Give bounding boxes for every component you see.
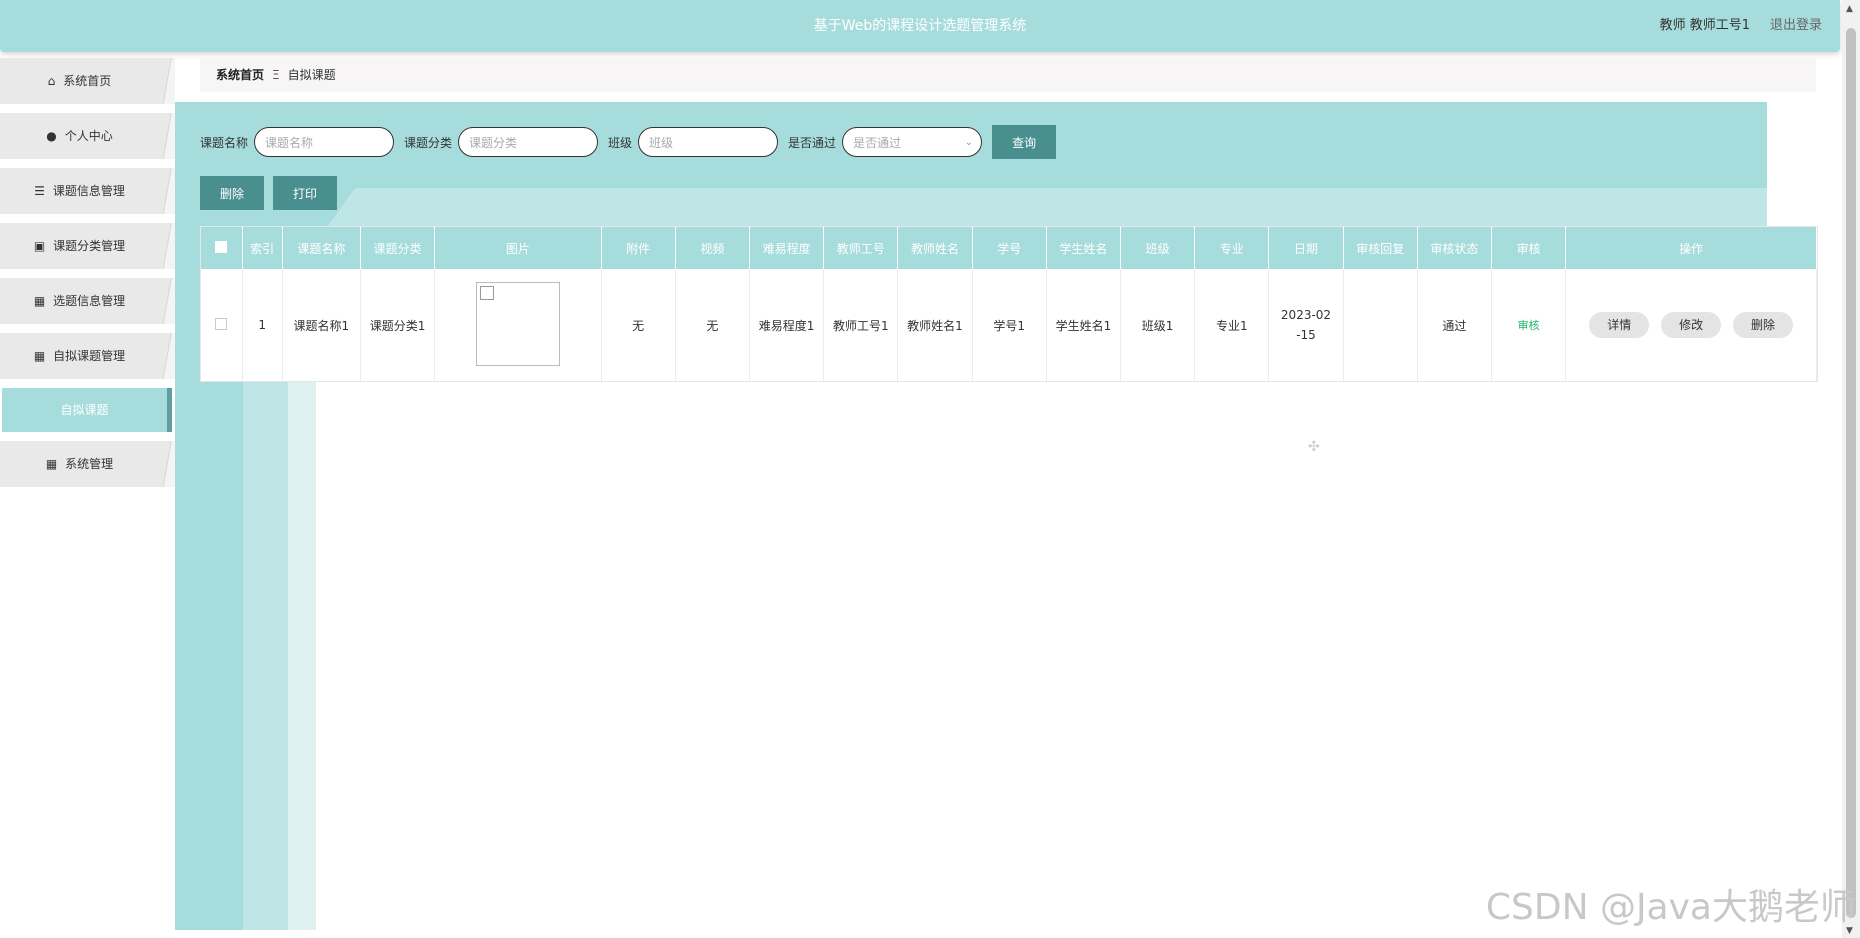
column-header: 学生姓名 — [1046, 227, 1122, 269]
sidebar-subitem-self-topic[interactable]: 自拟课题 — [2, 388, 172, 432]
sidebar-item-label: 自拟课题管理 — [53, 349, 126, 363]
sidebar-item-label: 选题信息管理 — [53, 294, 126, 308]
batch-delete-button[interactable]: 删除 — [200, 176, 265, 210]
column-header: 课题名称 — [282, 227, 361, 269]
action-bar: 删除 打印 — [200, 176, 338, 210]
apps-icon: ▦ — [45, 457, 58, 471]
top-header: 基于Web的课程设计选题管理系统 教师 教师工号1 退出登录 — [0, 0, 1840, 52]
sidebar-item-topic-info[interactable]: ☰ 课题信息管理 — [0, 168, 175, 214]
column-header: 审核状态 — [1417, 227, 1493, 269]
column-header: 附件 — [601, 227, 676, 269]
column-header: 日期 — [1268, 227, 1344, 269]
sliders-icon: ☰ — [34, 184, 45, 198]
print-button[interactable]: 打印 — [273, 176, 338, 210]
passed-select-value: 是否通过 — [853, 135, 902, 150]
cell-category: 课题分类1 — [360, 269, 436, 381]
scroll-up-icon[interactable]: ▲ — [1846, 4, 1853, 14]
cell-attachment: 无 — [601, 269, 676, 381]
cell-difficulty: 难易程度1 — [749, 269, 825, 381]
topic-name-input[interactable]: 课题名称 — [254, 127, 395, 157]
breadcrumb-separator: Ξ — [272, 68, 280, 82]
sidebar-item-topic-category[interactable]: ▣ 课题分类管理 — [0, 223, 175, 269]
sidebar-item-profile[interactable]: ● 个人中心 — [0, 113, 175, 159]
cell-operations: 详情 修改 删除 — [1565, 269, 1817, 381]
cell-student-id: 学号1 — [972, 269, 1047, 381]
sidebar-item-system[interactable]: ▦ 系统管理 — [0, 441, 175, 487]
sidebar-item-label: 个人中心 — [64, 129, 113, 143]
decor-band — [175, 188, 1767, 226]
watermark: CSDN @Java大鹅老师 — [1485, 887, 1856, 928]
column-header: 学号 — [972, 227, 1047, 269]
app-title: 基于Web的课程设计选题管理系统 — [813, 18, 1027, 34]
cell-image — [434, 269, 602, 381]
sidebar-item-home[interactable]: ⌂ 系统首页 — [0, 58, 175, 104]
topic-category-label: 课题分类 — [404, 135, 453, 150]
cell-teacher-id: 教师工号1 — [823, 269, 899, 381]
column-header: 图片 — [434, 227, 602, 269]
column-header: 视频 — [675, 227, 750, 269]
cell-audit-status: 通过 — [1417, 269, 1493, 381]
cell-student-name: 学生姓名1 — [1046, 269, 1122, 381]
cell-index: 1 — [242, 269, 283, 381]
sidebar-item-self-topic[interactable]: ▦ 自拟课题管理 — [0, 333, 175, 379]
column-header: 教师姓名 — [897, 227, 973, 269]
column-header: 课题分类 — [360, 227, 436, 269]
cell-major: 专业1 — [1194, 269, 1270, 381]
logout-link[interactable]: 退出登录 — [1770, 0, 1822, 52]
cursor-icon: ✣ — [1308, 439, 1320, 455]
cell-video: 无 — [675, 269, 750, 381]
delete-button[interactable]: 删除 — [1732, 312, 1793, 338]
column-header: 索引 — [242, 227, 283, 269]
user-info: 教师 教师工号1 — [1659, 18, 1750, 33]
sidebar-item-label: 系统管理 — [65, 457, 114, 471]
clipboard-icon: ▣ — [33, 239, 46, 253]
column-header: 审核回复 — [1343, 227, 1418, 269]
home-icon: ⌂ — [47, 74, 56, 88]
search-bar: 课题名称 课题名称 课题分类 课题分类 班级 班级 是否通过 是否通过 ⌄ 查询 — [200, 125, 1057, 159]
select-all-checkbox[interactable] — [201, 227, 243, 269]
grid-icon: ▦ — [33, 349, 46, 363]
class-label: 班级 — [608, 135, 633, 150]
cell-topic-name: 课题名称1 — [282, 269, 361, 381]
edit-button[interactable]: 修改 — [1661, 312, 1722, 338]
passed-label: 是否通过 — [788, 135, 837, 150]
detail-button[interactable]: 详情 — [1589, 312, 1650, 338]
chevron-down-icon: ⌄ — [964, 136, 974, 148]
class-input[interactable]: 班级 — [638, 127, 779, 157]
grid-icon: ▦ — [33, 294, 46, 308]
audit-link[interactable]: 审核 — [1518, 319, 1540, 332]
query-button[interactable]: 查询 — [992, 125, 1057, 159]
scrollbar-thumb[interactable] — [1846, 28, 1856, 918]
column-header: 操作 — [1565, 227, 1817, 269]
user-icon: ● — [46, 129, 57, 143]
breadcrumb-home[interactable]: 系统首页 — [216, 68, 264, 82]
cell-audit: 审核 — [1491, 269, 1567, 381]
cell-audit-reply — [1343, 269, 1418, 381]
topic-category-input[interactable]: 课题分类 — [458, 127, 599, 157]
cell-class: 班级1 — [1120, 269, 1196, 381]
column-header: 教师工号 — [823, 227, 899, 269]
topic-name-label: 课题名称 — [200, 135, 249, 150]
passed-select[interactable]: 是否通过 ⌄ — [842, 127, 983, 157]
table-row: 1 课题名称1 课题分类1 无 无 难易程度1 教师工号1 教师姓名1 学号1 … — [201, 269, 1817, 381]
table-header-row: 索引 课题名称 课题分类 图片 附件 视频 难易程度 教师工号 教师姓名 学号 … — [201, 227, 1817, 269]
column-header: 班级 — [1120, 227, 1196, 269]
column-header: 专业 — [1194, 227, 1270, 269]
cell-teacher-name: 教师姓名1 — [897, 269, 973, 381]
breadcrumb-current: 自拟课题 — [287, 68, 336, 82]
cell-date: 2023-02-15 — [1268, 269, 1344, 381]
date-text: 2023-02-15 — [1280, 308, 1332, 342]
column-header: 审核 — [1491, 227, 1567, 269]
row-checkbox[interactable] — [201, 269, 243, 381]
page-scrollbar[interactable]: ▲ ▼ — [1842, 0, 1860, 938]
sidebar: ⌂ 系统首页 ● 个人中心 ☰ 课题信息管理 ▣ 课题分类管理 ▦ 选题信息管理 ▦ 自拟课… — [0, 58, 175, 496]
broken-image-icon — [475, 281, 560, 366]
sidebar-item-label: 系统首页 — [63, 74, 112, 88]
sidebar-item-label: 课题信息管理 — [52, 184, 125, 198]
sidebar-item-label: 课题分类管理 — [53, 239, 126, 253]
sidebar-item-selection-info[interactable]: ▦ 选题信息管理 — [0, 278, 175, 324]
column-header: 难易程度 — [749, 227, 825, 269]
breadcrumb: 系统首页 Ξ 自拟课题 — [200, 58, 1816, 92]
data-table: 索引 课题名称 课题分类 图片 附件 视频 难易程度 教师工号 教师姓名 学号 … — [200, 226, 1818, 382]
